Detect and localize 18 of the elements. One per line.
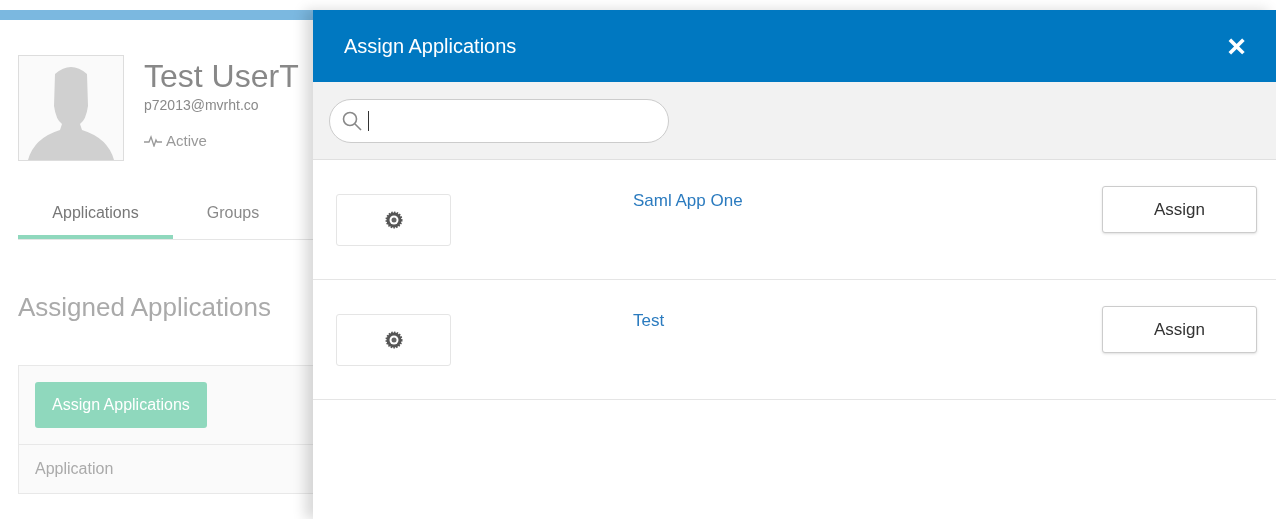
tab[interactable]: Applications bbox=[18, 191, 173, 239]
search-icon bbox=[342, 110, 362, 131]
section-title: Assigned Applications bbox=[18, 291, 272, 324]
status-label: Active bbox=[166, 131, 207, 151]
assign-button[interactable]: Assign bbox=[1102, 306, 1257, 353]
search-field[interactable] bbox=[329, 98, 669, 143]
app-name-link[interactable]: Saml App One bbox=[633, 188, 743, 214]
modal-title: Assign Applications bbox=[344, 34, 517, 59]
gear-icon bbox=[384, 211, 403, 229]
user-name: Test UserT bbox=[144, 57, 299, 95]
app-name-link[interactable]: Test bbox=[633, 308, 665, 334]
tab[interactable]: Groups bbox=[173, 191, 293, 239]
gear-icon bbox=[384, 331, 403, 349]
text-cursor bbox=[368, 110, 369, 131]
pulse-icon bbox=[144, 135, 162, 148]
assign-button[interactable]: Assign bbox=[1102, 186, 1257, 233]
user-email: p72013@mvrht.co bbox=[144, 96, 260, 115]
close-button[interactable]: × bbox=[1227, 30, 1246, 62]
